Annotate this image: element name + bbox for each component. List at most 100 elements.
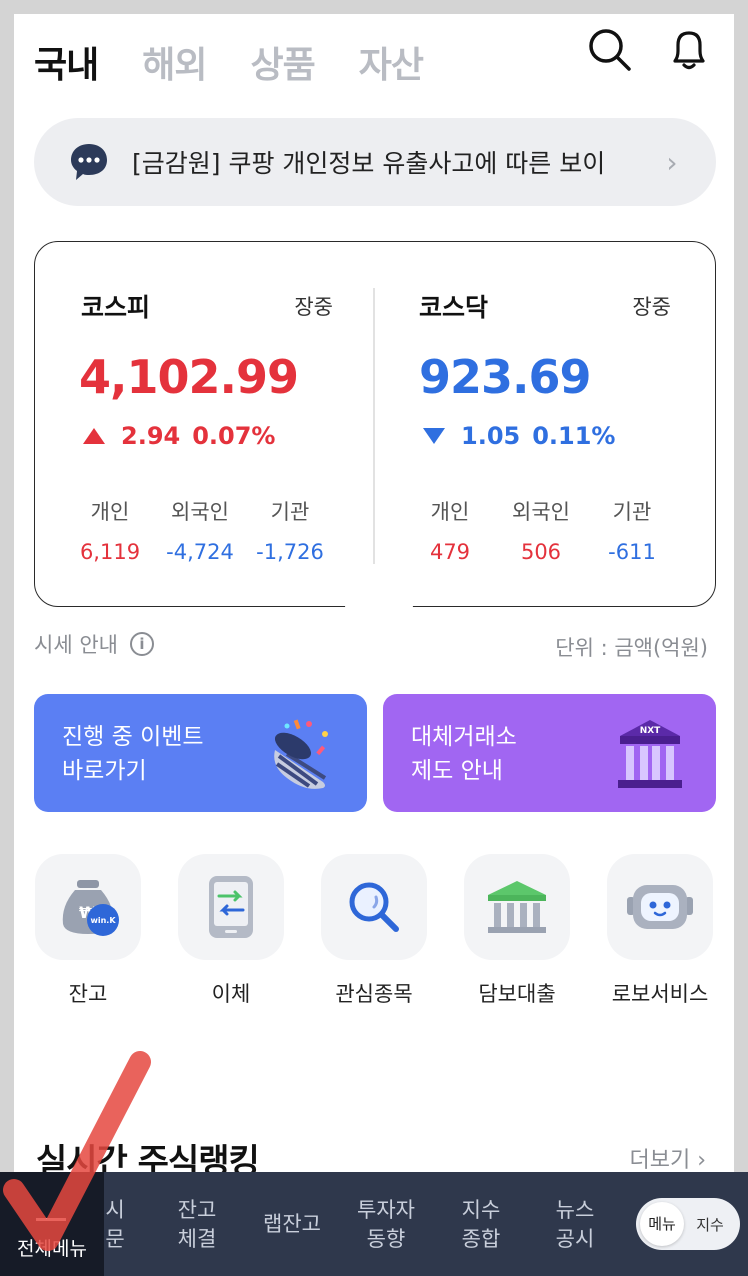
notice-banner[interactable]: [금감원] 쿠팡 개인정보 유출사고에 따른 보이 › — [34, 118, 716, 206]
notice-text: [금감원] 쿠팡 개인정보 유출사고에 따른 보이 — [132, 149, 606, 178]
card-page-indicator — [345, 603, 413, 609]
nav-line1: 뉴스 — [555, 1198, 595, 1222]
investor-label: 외국인 — [512, 500, 570, 524]
investor-label: 개인 — [90, 500, 130, 524]
index-change: 2.94 0.07% — [83, 422, 275, 450]
investor-label: 기관 — [270, 500, 310, 524]
all-menu-label: 전체메뉴 — [17, 1238, 87, 1260]
header-actions — [584, 24, 714, 74]
investor-value: -4,724 — [166, 540, 234, 564]
nav-line1: 지수 — [461, 1198, 501, 1222]
index-change: 1.05 0.11% — [423, 422, 615, 450]
toggle-option-menu: 메뉴 — [640, 1202, 684, 1246]
menu-index-toggle[interactable]: 메뉴 지수 — [636, 1198, 740, 1250]
index-card: 코스피 장중 4,102.99 2.94 0.07% 개인 6,119 외국인 … — [34, 241, 716, 609]
market-status: 장중 — [632, 295, 671, 319]
index-value: 4,102.99 — [79, 350, 299, 404]
unit-label: 단위 : 금액(억원) — [555, 636, 708, 660]
investor-value: 506 — [520, 540, 562, 564]
search-icon[interactable] — [584, 24, 634, 74]
investor-label: 기관 — [612, 500, 652, 524]
quick-menu-watchlist[interactable]: 관심종목 — [320, 854, 428, 1008]
nav-line2: 체결 — [177, 1227, 217, 1251]
magnifier-icon — [321, 854, 427, 960]
nxt-badge: NXT — [640, 726, 661, 736]
tab-assets[interactable]: 자산 — [359, 36, 424, 88]
nav-item-balance-fills[interactable]: 잔고 체결 — [162, 1196, 232, 1254]
investor-foreign: 외국인 -4,724 — [155, 496, 245, 564]
quick-menu-label: 잔고 — [68, 982, 108, 1006]
robot-icon — [607, 854, 713, 960]
party-popper-icon — [274, 719, 328, 789]
exchange-building-icon: NXT — [618, 720, 682, 788]
tab-products[interactable]: 상품 — [251, 36, 316, 88]
nav-line1: 랩잔고 — [263, 1212, 321, 1236]
investor-individual: 개인 479 — [405, 496, 495, 564]
nav-item-news[interactable]: 뉴스 공시 — [540, 1196, 610, 1254]
market-tabs: 국내 해외 상품 자산 — [34, 36, 424, 88]
triangle-up-icon — [83, 428, 105, 444]
menu-bar-icon — [36, 1218, 66, 1221]
quick-menu-label: 관심종목 — [335, 982, 413, 1006]
investor-value: 479 — [429, 540, 471, 564]
tab-domestic[interactable]: 국내 — [34, 36, 99, 88]
index-name: 코스피 — [81, 293, 151, 322]
chevron-right-icon: › — [666, 145, 678, 179]
market-status: 장중 — [294, 295, 333, 319]
wink-badge: win.K — [90, 916, 116, 925]
investor-institution: 기관 -611 — [587, 496, 677, 564]
quick-menu-label: 담보대출 — [478, 982, 556, 1006]
investor-value: 6,119 — [79, 540, 141, 564]
nav-item-wrap-balance[interactable]: 랩잔고 — [252, 1210, 332, 1239]
nav-line2: 동향 — [366, 1227, 406, 1251]
nav-line1: 시 — [105, 1198, 125, 1222]
kospi-panel[interactable]: 코스피 장중 4,102.99 2.94 0.07% 개인 6,119 외국인 … — [35, 242, 375, 606]
more-link[interactable]: 더보기 › — [629, 1142, 706, 1174]
nav-line1: 잔고 — [177, 1198, 217, 1222]
nav-line2: 문 — [105, 1227, 125, 1251]
money-bag-icon: ₩ win.K — [35, 854, 141, 960]
kosdaq-panel[interactable]: 코스닥 장중 923.69 1.05 0.11% 개인 479 외국인 506 … — [375, 242, 715, 606]
all-menu-button[interactable]: 전체메뉴 — [0, 1172, 104, 1276]
chat-bubble-icon — [71, 144, 107, 180]
nxt-banner[interactable]: 대체거래소 제도 안내 NXT — [383, 694, 716, 812]
price-info-label: 시세 안내 — [34, 633, 118, 657]
quick-menu-label: 이체 — [211, 982, 251, 1006]
nav-line2: 공시 — [555, 1227, 595, 1251]
change-percent: 0.11% — [532, 422, 616, 450]
investor-value: -1,726 — [256, 540, 324, 564]
investor-value: -611 — [608, 540, 656, 564]
event-banner[interactable]: 진행 중 이벤트 바로가기 — [34, 694, 367, 812]
nav-line2: 종합 — [461, 1227, 501, 1251]
investor-institution: 기관 -1,726 — [245, 496, 335, 564]
quick-menu-label: 로보서비스 — [611, 982, 709, 1006]
info-icon: i — [129, 632, 154, 656]
bottom-nav: 전체메뉴 시 문 잔고 체결 랩잔고 투자자 동향 지수 종합 뉴스 공시 메뉴… — [0, 1172, 748, 1276]
quick-menu-robo[interactable]: 로보서비스 — [606, 854, 714, 1008]
nav-item-investor-trend[interactable]: 투자자 동향 — [346, 1196, 426, 1254]
investor-flows: 개인 479 외국인 506 기관 -611 — [405, 496, 677, 564]
tab-overseas[interactable]: 해외 — [142, 36, 207, 88]
investor-label: 외국인 — [171, 500, 229, 524]
bell-icon[interactable] — [664, 24, 714, 74]
price-info-link[interactable]: 시세 안내 i — [34, 629, 154, 659]
app-screen: 국내 해외 상품 자산 [금감원] 쿠팡 개인정보 유출사고에 따른 보이 › … — [14, 14, 734, 1276]
triangle-down-icon — [423, 428, 445, 444]
change-amount: 2.94 — [121, 422, 181, 450]
bank-icon — [464, 854, 570, 960]
index-value: 923.69 — [419, 350, 592, 404]
quick-menu-balance[interactable]: ₩ win.K 잔고 — [34, 854, 142, 1008]
investor-flows: 개인 6,119 외국인 -4,724 기관 -1,726 — [65, 496, 335, 564]
investor-individual: 개인 6,119 — [65, 496, 155, 564]
investor-foreign: 외국인 506 — [496, 496, 586, 564]
transfer-phone-icon — [178, 854, 284, 960]
nav-item-partial[interactable]: 시 문 — [100, 1196, 130, 1254]
investor-label: 개인 — [430, 500, 470, 524]
index-name: 코스닥 — [419, 293, 489, 322]
change-amount: 1.05 — [461, 422, 521, 450]
quick-menu-secured-loan[interactable]: 담보대출 — [463, 854, 571, 1008]
nav-item-index-summary[interactable]: 지수 종합 — [446, 1196, 516, 1254]
toggle-option-index: 지수 — [696, 1215, 724, 1234]
change-percent: 0.07% — [192, 422, 276, 450]
quick-menu-transfer[interactable]: 이체 — [177, 854, 285, 1008]
